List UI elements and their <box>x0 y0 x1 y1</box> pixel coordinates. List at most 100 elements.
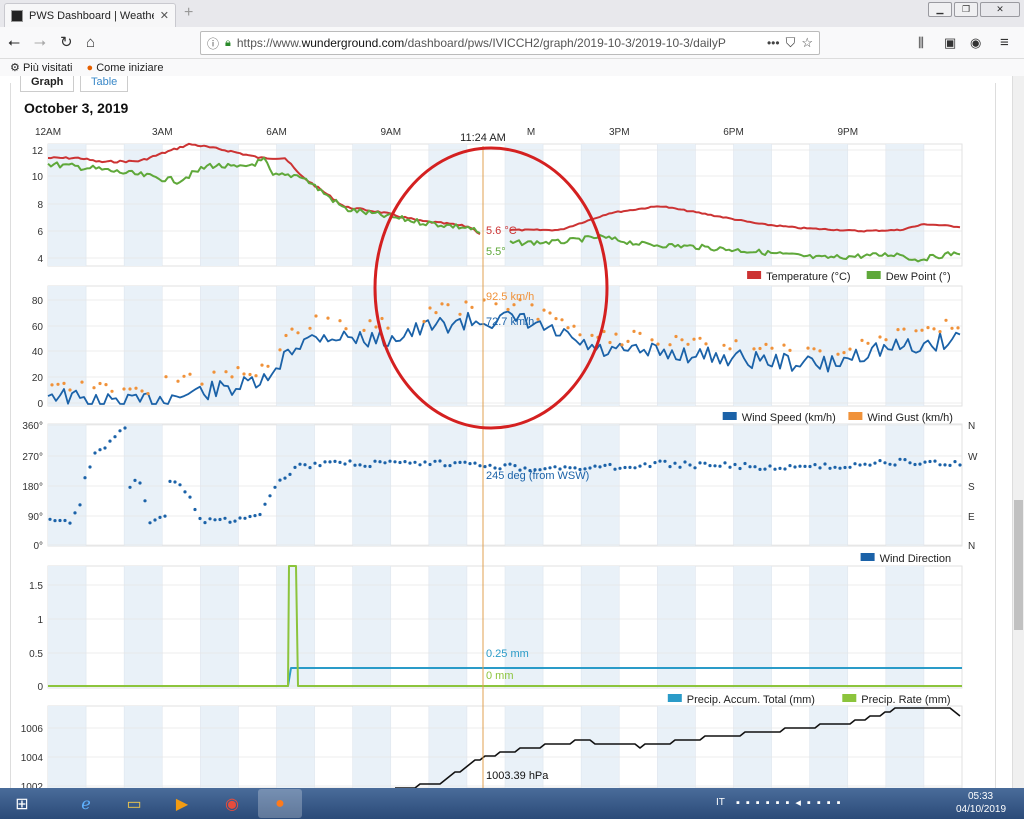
wind-direction-dot <box>668 465 672 469</box>
y-tick-label: 360° <box>22 421 43 432</box>
wind-direction-dot <box>318 464 322 468</box>
wind-gust-dot <box>722 343 726 347</box>
wind-direction-dot <box>343 462 347 466</box>
wind-gust-dot <box>212 370 216 374</box>
y-tick-label: 90° <box>28 512 43 523</box>
internet-explorer-icon[interactable]: ℯ <box>64 789 108 818</box>
y-tick-label: 270° <box>22 452 43 463</box>
chart-band <box>48 286 87 406</box>
wind-direction-dot <box>948 463 952 467</box>
lock-icon[interactable]: 🔒︎ <box>225 37 231 50</box>
wind-gust-dot <box>836 352 840 356</box>
wind-direction-dot <box>938 463 942 467</box>
wind-gust-dot <box>434 311 438 315</box>
chart-band <box>276 424 315 546</box>
tray-icons[interactable]: ▪▪▪▪▪▪◂▪▪▪▪ <box>736 796 847 809</box>
wind-direction-dot <box>568 466 572 470</box>
legend-label: Wind Gust (km/h) <box>867 412 953 424</box>
wind-gust-dot <box>878 335 882 339</box>
wind-direction-dot <box>503 463 507 467</box>
wind-gust-dot <box>296 331 300 335</box>
sidebar-icon[interactable]: ▣ <box>944 34 956 52</box>
forward-icon[interactable]: ⭢ <box>34 34 46 52</box>
close-window-icon[interactable]: ✕ <box>980 2 1020 17</box>
wind-direction-dot <box>183 490 187 494</box>
wind-gust-dot <box>374 325 378 329</box>
media-player-icon[interactable]: ▶ <box>160 789 204 818</box>
wind-direction-dot <box>378 460 382 464</box>
language-indicator[interactable]: IT <box>716 797 725 808</box>
chart-band <box>885 424 924 546</box>
chart-band <box>581 424 620 546</box>
wind-gust-dot <box>758 346 762 351</box>
vertical-scrollbar[interactable] <box>1012 76 1024 788</box>
wind-gust-dot <box>806 346 810 350</box>
legend-swatch <box>747 271 762 279</box>
firefox-taskbar-icon[interactable]: ● <box>258 789 302 818</box>
wind-direction-dot <box>603 463 607 467</box>
bookmark-getting-started[interactable]: ● Come iniziare <box>86 62 163 74</box>
page-actions-button[interactable]: ••• <box>767 36 780 50</box>
url-text[interactable]: https://www.wunderground.com/dashboard/p… <box>237 36 761 50</box>
wind-direction-dot <box>118 429 122 433</box>
chart-band <box>733 706 772 788</box>
clock-date[interactable]: 04/10/2019 <box>956 804 1006 815</box>
legend-label: Precip. Rate (mm) <box>861 694 950 706</box>
clock-time[interactable]: 05:33 <box>968 791 993 802</box>
temperature-readout: 5.6 °C <box>486 225 517 237</box>
wind-direction-dot <box>808 464 812 469</box>
home-icon[interactable]: ⌂ <box>86 34 95 52</box>
wind-gust-dot <box>686 342 690 346</box>
info-icon[interactable]: ⓘ <box>207 35 219 52</box>
wind-direction-dot <box>188 495 192 499</box>
wind-gust-dot <box>368 319 372 323</box>
reload-icon[interactable]: ↻ <box>60 34 73 52</box>
wind-gust-dot <box>92 386 96 390</box>
library-icon[interactable]: ⫼ <box>918 34 924 52</box>
chart-band <box>124 706 163 788</box>
new-tab-icon[interactable]: + <box>184 4 193 22</box>
wind-direction-dot <box>823 462 827 466</box>
url-bar[interactable]: ⓘ 🔒︎ https://www.wunderground.com/dashbo… <box>200 31 820 55</box>
wind-direction-dot <box>173 480 177 484</box>
menu-icon[interactable]: ≡ <box>1000 34 1009 52</box>
chrome-icon[interactable]: ◉ <box>210 789 254 818</box>
bookmark-most-visited[interactable]: ⚙ Più visitati <box>10 61 72 74</box>
hour-axis: 12AM 3AM 6AM 9AM 3PM 6PM 9PM M <box>35 127 858 138</box>
restore-icon[interactable]: ❐ <box>954 2 978 17</box>
wind-direction-dot <box>288 472 292 476</box>
bookmark-star-icon[interactable]: ☆ <box>801 35 813 51</box>
wind-direction-dot <box>878 459 882 463</box>
tab-pws-dashboard[interactable]: PWS Dashboard | Weather Und ✕ <box>4 3 176 27</box>
scrollbar-thumb[interactable] <box>1014 500 1023 630</box>
start-button[interactable]: ⊞ <box>4 789 40 818</box>
wind-direction-dot <box>713 464 717 468</box>
close-tab-icon[interactable]: ✕ <box>160 9 169 22</box>
wind-direction-dot <box>253 514 257 518</box>
wind-gust-dot <box>530 303 534 307</box>
wind-gust-dot <box>290 327 294 331</box>
wind-direction-dot <box>748 465 752 469</box>
wind-direction-dot <box>223 516 227 520</box>
wind-gust-dot <box>140 389 144 393</box>
wind-direction-dot <box>598 465 602 469</box>
legend-swatch <box>848 412 863 420</box>
y-tick-label: 1 <box>37 615 43 626</box>
wind-direction-dot <box>393 460 397 464</box>
y-tick-label: 180° <box>22 482 43 493</box>
wind-direction-dot <box>133 478 137 482</box>
file-explorer-icon[interactable]: ▭ <box>112 789 156 818</box>
wind-direction-dot <box>853 462 857 466</box>
minimize-icon[interactable]: ▁ <box>928 2 952 17</box>
account-icon[interactable]: ◉ <box>970 34 981 52</box>
wind-gust-dot <box>560 318 564 322</box>
pocket-icon[interactable]: ⛉ <box>786 35 796 51</box>
back-icon[interactable]: ⭠ <box>8 34 20 52</box>
wind-direction-dot <box>128 485 132 489</box>
window-controls: ▁ ❐ ✕ <box>928 2 1020 17</box>
chart-band <box>733 286 772 406</box>
wind-gust-dot <box>680 338 684 342</box>
y-tick-label: 40 <box>32 347 44 358</box>
y-tick-label: 0 <box>37 682 43 693</box>
wind-gust-dot <box>188 372 192 376</box>
